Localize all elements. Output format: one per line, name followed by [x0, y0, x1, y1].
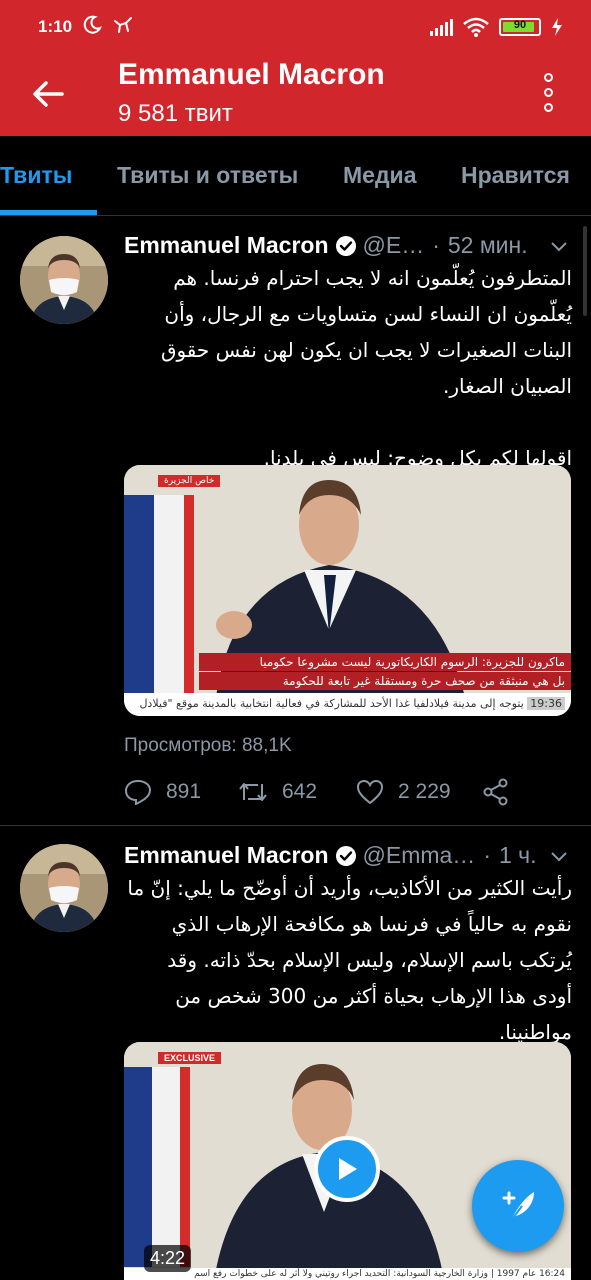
status-time: 1:10: [38, 17, 73, 36]
play-button[interactable]: [314, 1136, 380, 1202]
profile-header: Emmanuel Macron 9 581 твит: [0, 58, 591, 136]
avatar-image: [20, 236, 108, 324]
app-notification-icon: [114, 17, 132, 33]
separator-dot: ·: [432, 232, 440, 258]
retweet-icon: [239, 783, 267, 801]
author-name[interactable]: Emmanuel Macron: [124, 842, 329, 869]
tweet-text: المتطرفون يُعلّمون انه لا يجب احترام فرن…: [160, 266, 572, 470]
share-icon: [483, 778, 508, 806]
profile-name: Emmanuel Macron: [118, 58, 385, 91]
charging-icon: [552, 18, 562, 36]
more-dot-icon: [543, 87, 553, 97]
exclusive-badge: EXCLUSIVE: [158, 1052, 222, 1064]
battery-level: 90: [513, 19, 527, 31]
tab-likes[interactable]: Нравится: [461, 162, 570, 189]
tweet-header: Emmanuel Macron @E… · 52 мин.: [124, 232, 528, 259]
channel-badge: خاص الجزيرة: [158, 475, 221, 487]
ticker-time: 19:36: [527, 697, 565, 710]
chevron-down-icon[interactable]: [549, 846, 569, 866]
tweet-time[interactable]: 1 ч.: [499, 842, 537, 869]
status-bar: 1:10 90: [0, 0, 591, 58]
avatar[interactable]: [20, 844, 108, 932]
tab-tweets[interactable]: Твиты: [0, 162, 72, 189]
do-not-disturb-icon: [83, 15, 102, 34]
play-icon: [339, 1158, 357, 1180]
news-ticker: 19:36 يتوجه إلى مدينة فيلادلفيا غدا الأح…: [124, 693, 571, 716]
reply-count: 891: [166, 780, 202, 803]
news-ticker: 16:24 عام 1997 | وزارة الخارجية السوداني…: [124, 1268, 571, 1280]
tweet-text: رأيت الكثير من الأكاذيب، وأريد أن أوضّح …: [121, 876, 572, 1044]
status-icons: [82, 15, 134, 35]
compose-feather-icon: [502, 1191, 534, 1223]
caption-line-2: بل هي منبثقة من صحف حرة ومستقلة غير تابع…: [199, 672, 571, 690]
tweet-time[interactable]: 52 мин.: [448, 232, 528, 259]
back-button[interactable]: [26, 72, 70, 116]
profile-tabs: Твиты Твиты и ответы Медиа Нравится: [0, 136, 591, 216]
tweet-actions: 891 642 2 229: [124, 778, 510, 806]
retweet-count: 642: [282, 780, 318, 803]
author-name[interactable]: Emmanuel Macron: [124, 232, 329, 259]
tab-tweets-and-replies[interactable]: Твиты и ответы: [117, 162, 298, 189]
caption-line-1: ماكرون للجزيرة: الرسوم الكاريكاتورية ليس…: [199, 653, 571, 671]
verified-badge-icon: [335, 235, 356, 256]
retweet-button[interactable]: 642: [238, 780, 356, 804]
wifi-icon: [463, 17, 489, 37]
tweet-divider: [0, 825, 591, 826]
author-handle[interactable]: @E…: [363, 232, 425, 259]
verified-badge-icon: [335, 845, 356, 866]
share-button[interactable]: [482, 778, 510, 806]
chevron-down-icon[interactable]: [549, 236, 569, 256]
tab-media[interactable]: Медиа: [343, 162, 416, 189]
more-dot-icon: [543, 102, 553, 112]
tweet-count: 9 581 твит: [118, 100, 233, 127]
tweet-video-thumbnail[interactable]: خاص الجزيرة ماكرون للجزيرة: الرسوم الكار…: [124, 465, 571, 716]
author-handle[interactable]: @Emma…: [363, 842, 476, 869]
ticker-text: يتوجه إلى مدينة فيلادلفيا غدا الأحد للمش…: [202, 697, 524, 710]
status-right: 90: [430, 17, 563, 37]
scrollbar[interactable]: [583, 226, 587, 316]
reply-icon: [124, 779, 152, 805]
tweet-header: Emmanuel Macron @Emma… · 1 ч.: [124, 842, 537, 869]
arrow-left-icon: [33, 81, 64, 107]
ticker-left: موقع "فيلادل: [139, 697, 199, 710]
reply-button[interactable]: 891: [124, 779, 238, 805]
view-count: Просмотров: 88,1K: [124, 735, 292, 756]
battery-icon: 90: [499, 18, 541, 36]
avatar[interactable]: [20, 236, 108, 324]
avatar-image: [20, 844, 108, 932]
video-duration: 4:22: [144, 1245, 192, 1272]
like-count: 2 229: [398, 780, 451, 803]
separator-dot: ·: [483, 842, 491, 868]
more-dot-icon: [543, 72, 553, 82]
signal-icon: [430, 18, 453, 36]
like-button[interactable]: 2 229: [356, 779, 482, 805]
active-tab-indicator: [0, 210, 97, 215]
overflow-menu-button[interactable]: [533, 70, 563, 114]
heart-icon: [356, 779, 384, 805]
compose-tweet-button[interactable]: [472, 1160, 564, 1252]
